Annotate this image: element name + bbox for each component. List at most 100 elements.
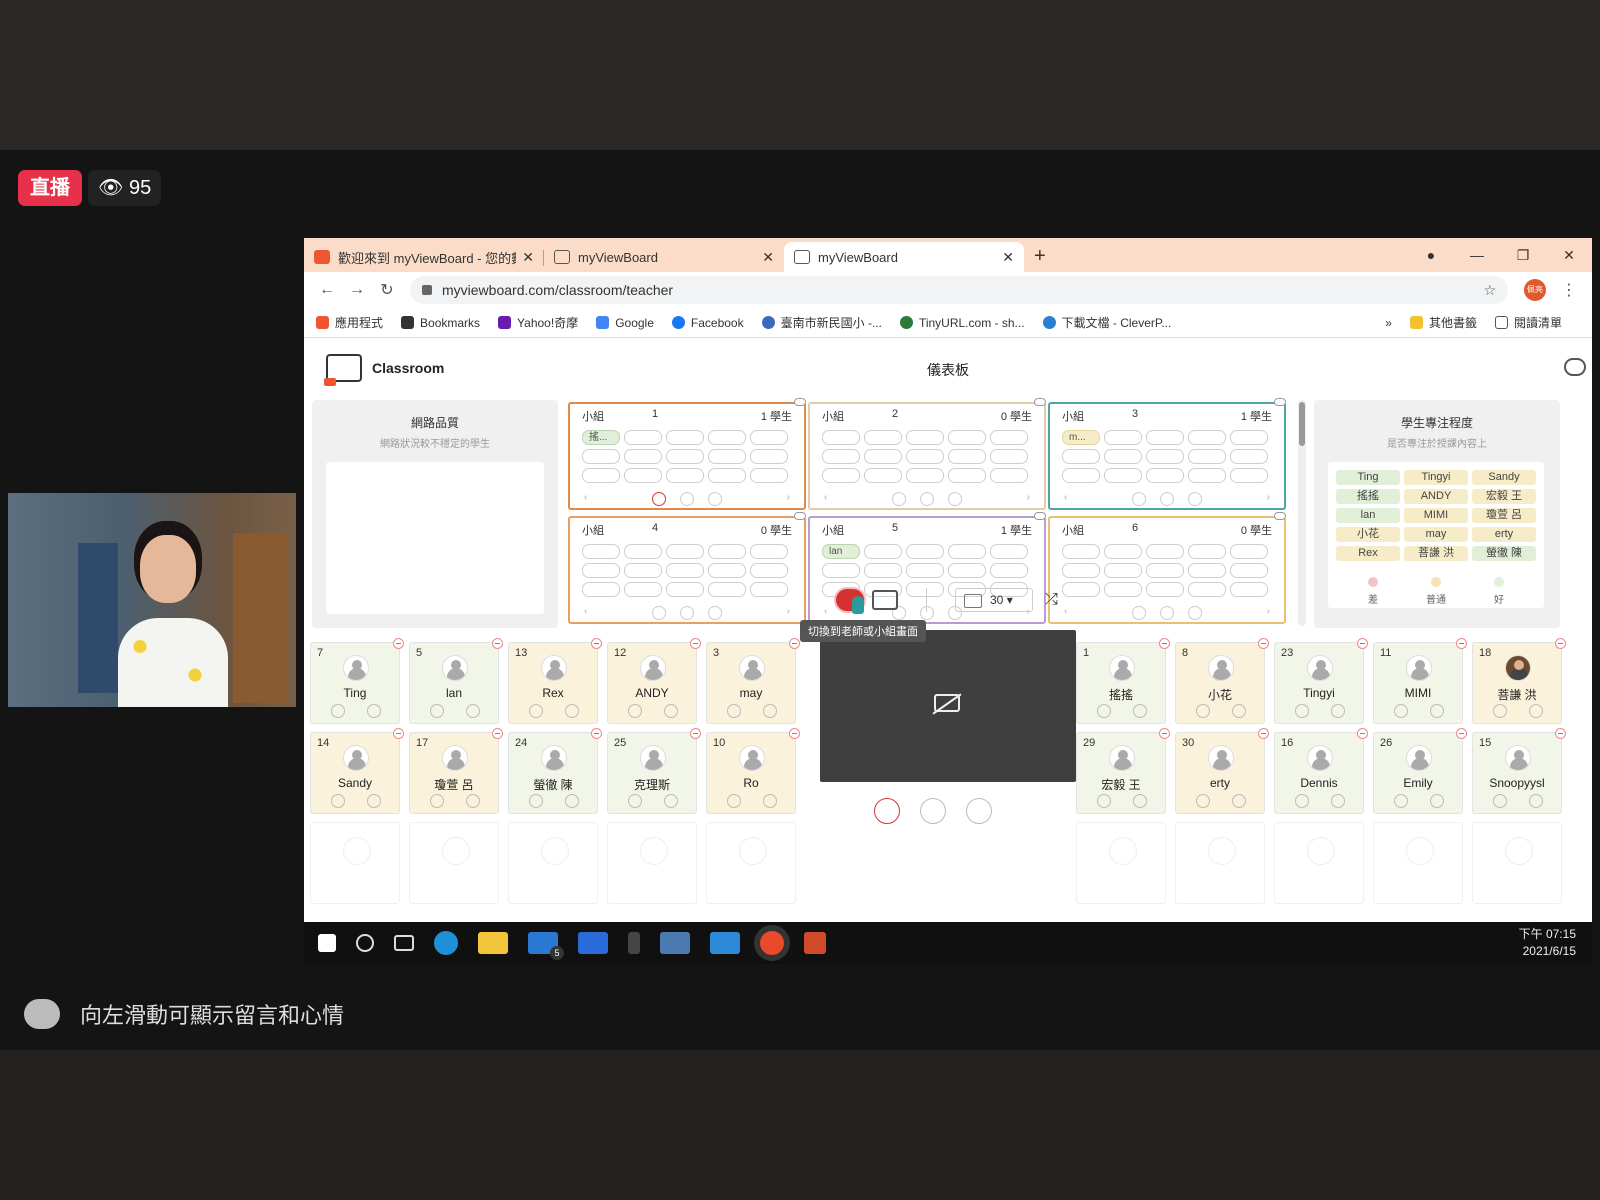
remove-icon[interactable] — [789, 638, 800, 649]
chevron-left-icon[interactable]: ‹ — [1064, 492, 1067, 503]
user-icon[interactable] — [1196, 794, 1210, 808]
pen-icon[interactable] — [1529, 794, 1543, 808]
pen-icon[interactable] — [708, 492, 722, 506]
pen-icon[interactable] — [966, 798, 992, 824]
close-window-icon[interactable]: ✕ — [1546, 247, 1592, 264]
user-icon[interactable] — [727, 794, 741, 808]
user-icon[interactable] — [1196, 704, 1210, 718]
student-card[interactable]: 13 Rex — [508, 638, 602, 724]
student-card[interactable]: 17 瓊萱 呂 — [409, 728, 503, 814]
lightning-icon[interactable] — [628, 932, 640, 954]
tab-welcome[interactable]: 歡迎來到 myViewBoard - 您的數 ✕ — [304, 242, 544, 272]
remove-icon[interactable] — [1357, 638, 1368, 649]
remove-icon[interactable] — [591, 728, 602, 739]
bookmark-other[interactable]: 其他書籤 — [1409, 314, 1477, 331]
bookmarks-more[interactable]: » — [1385, 316, 1392, 330]
student-card[interactable]: 5 lan — [409, 638, 503, 724]
student-card[interactable]: 8 小花 — [1175, 638, 1269, 724]
groups-scrollbar[interactable] — [1298, 400, 1306, 626]
student-card[interactable]: 30 erty — [1175, 728, 1269, 814]
forward-icon[interactable]: → — [342, 281, 372, 299]
user-icon[interactable] — [727, 704, 741, 718]
student-card[interactable]: 18 菩謙 洪 — [1472, 638, 1566, 724]
pen-icon[interactable] — [948, 492, 962, 506]
remove-icon[interactable] — [1159, 728, 1170, 739]
remove-icon[interactable] — [1555, 638, 1566, 649]
view-icon[interactable] — [1274, 512, 1286, 520]
user-icon[interactable] — [529, 794, 543, 808]
remove-icon[interactable] — [1456, 638, 1467, 649]
timer-select[interactable]: 30 ▾ — [955, 588, 1033, 612]
chevron-right-icon[interactable]: › — [787, 492, 790, 503]
user-icon[interactable] — [920, 492, 934, 506]
remove-icon[interactable] — [591, 638, 602, 649]
student-card[interactable]: 26 Emily — [1373, 728, 1467, 814]
pen-icon[interactable] — [1232, 704, 1246, 718]
group-card-6[interactable]: 小組 6 0 學生 ‹ › — [1048, 512, 1286, 624]
dropbox-icon[interactable] — [578, 932, 608, 954]
windows-start-icon[interactable] — [318, 934, 336, 952]
camera-icon[interactable] — [660, 932, 690, 954]
bookmark-star-icon[interactable]: ☆ — [1483, 282, 1496, 299]
reload-icon[interactable]: ↻ — [372, 280, 402, 300]
new-tab-icon[interactable]: + — [1034, 245, 1046, 268]
remove-icon[interactable] — [492, 728, 503, 739]
student-card[interactable]: 11 MIMI — [1373, 638, 1467, 724]
pen-icon[interactable] — [367, 794, 381, 808]
pen-icon[interactable] — [763, 794, 777, 808]
pen-icon[interactable] — [1430, 704, 1444, 718]
chevron-left-icon[interactable]: ‹ — [584, 606, 587, 617]
view-icon[interactable] — [1034, 512, 1046, 520]
pen-icon[interactable] — [1331, 704, 1345, 718]
mail-icon[interactable]: 5 — [528, 932, 564, 960]
remove-icon[interactable] — [1357, 728, 1368, 739]
pen-icon[interactable] — [565, 704, 579, 718]
group-member[interactable]: m... — [1062, 430, 1100, 445]
address-bar[interactable]: myviewboard.com/classroom/teacher ☆ — [410, 276, 1508, 304]
close-icon[interactable]: ✕ — [522, 249, 534, 266]
group-member[interactable]: 搖... — [582, 430, 620, 445]
chevron-right-icon[interactable]: › — [1267, 492, 1270, 503]
student-card[interactable]: 16 Dennis — [1274, 728, 1368, 814]
remove-icon[interactable] — [690, 728, 701, 739]
student-card[interactable]: 1 搖搖 — [1076, 638, 1170, 724]
remove-icon[interactable] — [690, 638, 701, 649]
close-icon[interactable]: ✕ — [1002, 249, 1014, 266]
menu-icon[interactable]: ⋮ — [1554, 280, 1584, 300]
file-explorer-icon[interactable] — [478, 932, 508, 954]
comment-hint[interactable]: 向左滑動可顯示留言和心情 — [24, 998, 344, 1030]
group-card-4[interactable]: 小組 4 0 學生 ‹ › — [568, 512, 806, 624]
chevron-right-icon[interactable]: › — [1027, 492, 1030, 503]
user-icon[interactable] — [529, 704, 543, 718]
bookmark-apps[interactable]: 應用程式 — [316, 314, 383, 331]
user-icon[interactable] — [628, 794, 642, 808]
pen-icon[interactable] — [1133, 794, 1147, 808]
pen-icon[interactable] — [763, 704, 777, 718]
chevron-right-icon[interactable]: › — [1267, 606, 1270, 617]
user-icon[interactable] — [430, 704, 444, 718]
user-icon[interactable] — [331, 704, 345, 718]
user-icon[interactable] — [628, 704, 642, 718]
search-icon[interactable] — [356, 934, 374, 952]
call-icon[interactable] — [1132, 606, 1146, 620]
user-icon[interactable] — [680, 606, 694, 620]
bookmark-reading-list[interactable]: 閱讀清單 — [1494, 314, 1562, 331]
remove-icon[interactable] — [1555, 728, 1566, 739]
minimize-icon[interactable]: — — [1454, 247, 1500, 263]
pen-icon[interactable] — [708, 606, 722, 620]
view-icon[interactable] — [1034, 398, 1046, 406]
user-icon[interactable] — [1493, 704, 1507, 718]
student-card[interactable]: 3 may — [706, 638, 800, 724]
remove-icon[interactable] — [1159, 638, 1170, 649]
bookmark-yahoo[interactable]: Yahoo!奇摩 — [498, 314, 578, 331]
restore-icon[interactable]: ❐ — [1500, 247, 1546, 264]
pen-icon[interactable] — [466, 704, 480, 718]
student-card[interactable]: 25 克理斯 — [607, 728, 701, 814]
student-card[interactable]: 23 Tingyi — [1274, 638, 1368, 724]
pen-icon[interactable] — [1430, 794, 1444, 808]
bookmark-tinyurl[interactable]: TinyURL.com - sh... — [899, 316, 1025, 330]
back-icon[interactable]: ← — [312, 281, 342, 299]
remove-icon[interactable] — [492, 638, 503, 649]
student-card[interactable]: 29 宏毅 王 — [1076, 728, 1170, 814]
group-card-3[interactable]: 小組 3 1 學生 m... ‹ › — [1048, 398, 1286, 510]
